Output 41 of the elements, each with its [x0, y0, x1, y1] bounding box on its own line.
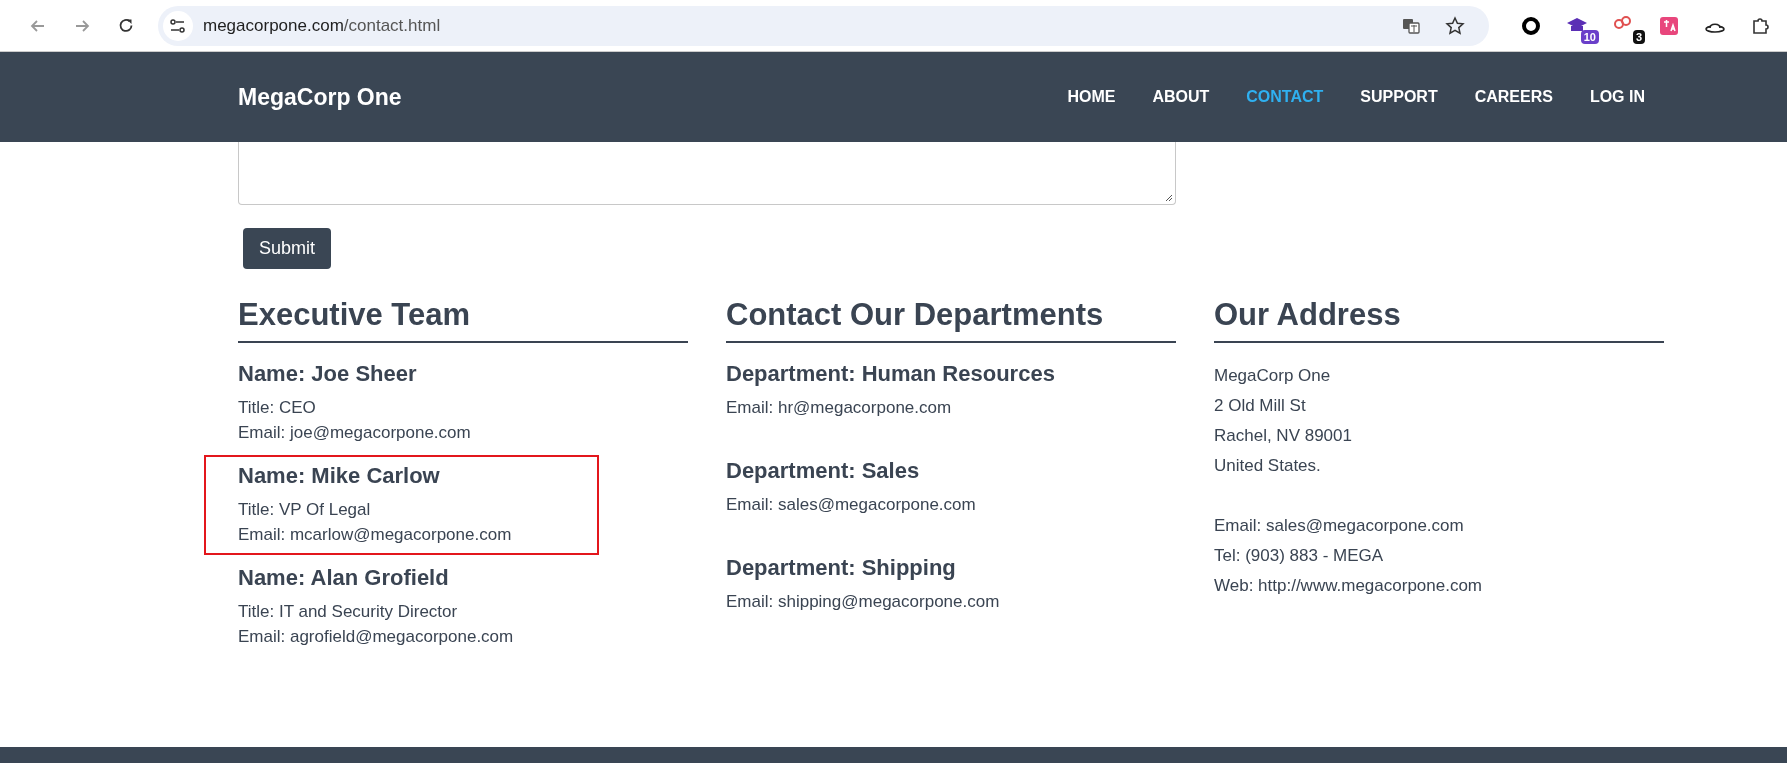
- section-heading: Executive Team: [238, 297, 688, 343]
- address-line: 2 Old Mill St: [1214, 395, 1307, 417]
- person-name: Name: Alan Grofield: [238, 565, 450, 591]
- nav-link[interactable]: HOME: [1067, 88, 1116, 106]
- url-text[interactable]: megacorpone.com/contact.html: [203, 15, 441, 36]
- nav-link[interactable]: LOG IN: [1589, 88, 1645, 106]
- contact-line: Web: http://www.megacorpone.com: [1214, 575, 1484, 597]
- person-title: Title: CEO: [238, 397, 317, 419]
- department-email: Email: shipping@megacorpone.com: [726, 591, 1001, 613]
- extension-badge: 10: [1580, 29, 1599, 44]
- person-email: Email: joe@megacorpone.com: [238, 422, 472, 444]
- nav-link[interactable]: CONTACT: [1246, 88, 1324, 106]
- department-name: Department: Sales: [726, 458, 921, 484]
- extension-badge: 3: [1632, 29, 1645, 44]
- contact-line: Tel: (903) 883 - MEGA: [1214, 545, 1385, 567]
- person-name: Name: Joe Sheer: [238, 361, 418, 387]
- address-line: United States.: [1214, 455, 1322, 477]
- department-email: Email: hr@megacorpone.com: [726, 397, 953, 419]
- resize-grip-icon[interactable]: [1163, 192, 1173, 202]
- person-email: Email: mcarlow@megacorpone.com: [238, 524, 513, 546]
- site-brand[interactable]: MegaCorp One: [238, 83, 402, 111]
- section-heading: Contact Our Departments: [726, 297, 1176, 343]
- contact-line: Email: sales@megacorpone.com: [1214, 515, 1465, 537]
- person-email: Email: agrofield@megacorpone.com: [238, 626, 515, 648]
- person-title: Title: VP Of Legal: [238, 499, 372, 521]
- site-settings-icon[interactable]: [163, 10, 193, 41]
- nav-link[interactable]: ABOUT: [1152, 88, 1210, 106]
- star-icon[interactable]: [1445, 15, 1465, 36]
- department-email: Email: sales@megacorpone.com: [726, 494, 977, 516]
- address-line: MegaCorp One: [1214, 365, 1332, 387]
- nav-link[interactable]: SUPPORT: [1360, 88, 1438, 106]
- section-heading: Our Address: [1214, 297, 1664, 343]
- person-name: Name: Mike Carlow: [238, 463, 441, 489]
- person-title: Title: IT and Security Director: [238, 601, 459, 623]
- department-name: Department: Human Resources: [726, 361, 1056, 387]
- submit-button[interactable]: Submit: [243, 228, 332, 269]
- nav-link[interactable]: CAREERS: [1474, 88, 1553, 106]
- message-field[interactable]: [238, 142, 1176, 205]
- address-bar[interactable]: megacorpone.com/contact.html: [158, 5, 1489, 46]
- address-line: Rachel, NV 89001: [1214, 425, 1353, 447]
- department-name: Department: Shipping: [726, 555, 957, 581]
